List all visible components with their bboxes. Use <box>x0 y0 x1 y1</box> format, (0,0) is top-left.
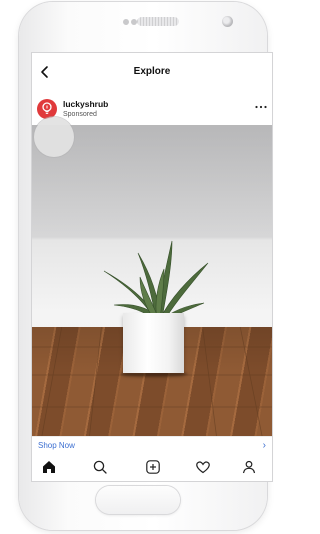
chevron-right-icon[interactable]: › <box>263 440 266 451</box>
tab-profile[interactable] <box>240 458 258 476</box>
sponsored-label: Sponsored <box>63 111 97 118</box>
post-header: luckyshrub Sponsored <box>32 91 272 125</box>
heart-icon <box>196 461 210 474</box>
front-camera <box>222 16 233 27</box>
post-image[interactable] <box>32 125 272 436</box>
tab-home[interactable] <box>40 458 58 476</box>
post-username[interactable]: luckyshrub <box>63 99 108 109</box>
nav-bar: Explore <box>32 53 272 91</box>
more-horizontal-icon[interactable] <box>254 105 268 109</box>
plus-square-icon <box>146 460 160 474</box>
app-screen: Explore luckyshrub Sponsored Shop Now › <box>31 52 273 482</box>
bottom-tab-bar <box>32 451 272 481</box>
assistive-touch-button[interactable] <box>34 117 74 157</box>
lightbulb-logo-icon <box>42 102 52 114</box>
avatar[interactable] <box>37 99 57 119</box>
speaker-grill <box>137 17 179 26</box>
phone-home-button[interactable] <box>96 486 180 514</box>
search-icon <box>93 460 107 474</box>
profile-icon <box>242 460 256 474</box>
home-icon <box>43 461 55 473</box>
shop-now-link[interactable]: Shop Now <box>38 441 75 450</box>
white-pot <box>123 313 184 373</box>
tab-create[interactable] <box>144 458 162 476</box>
plant <box>103 240 209 324</box>
tab-search[interactable] <box>91 458 109 476</box>
tab-activity[interactable] <box>194 458 212 476</box>
page-title: Explore <box>133 66 171 77</box>
